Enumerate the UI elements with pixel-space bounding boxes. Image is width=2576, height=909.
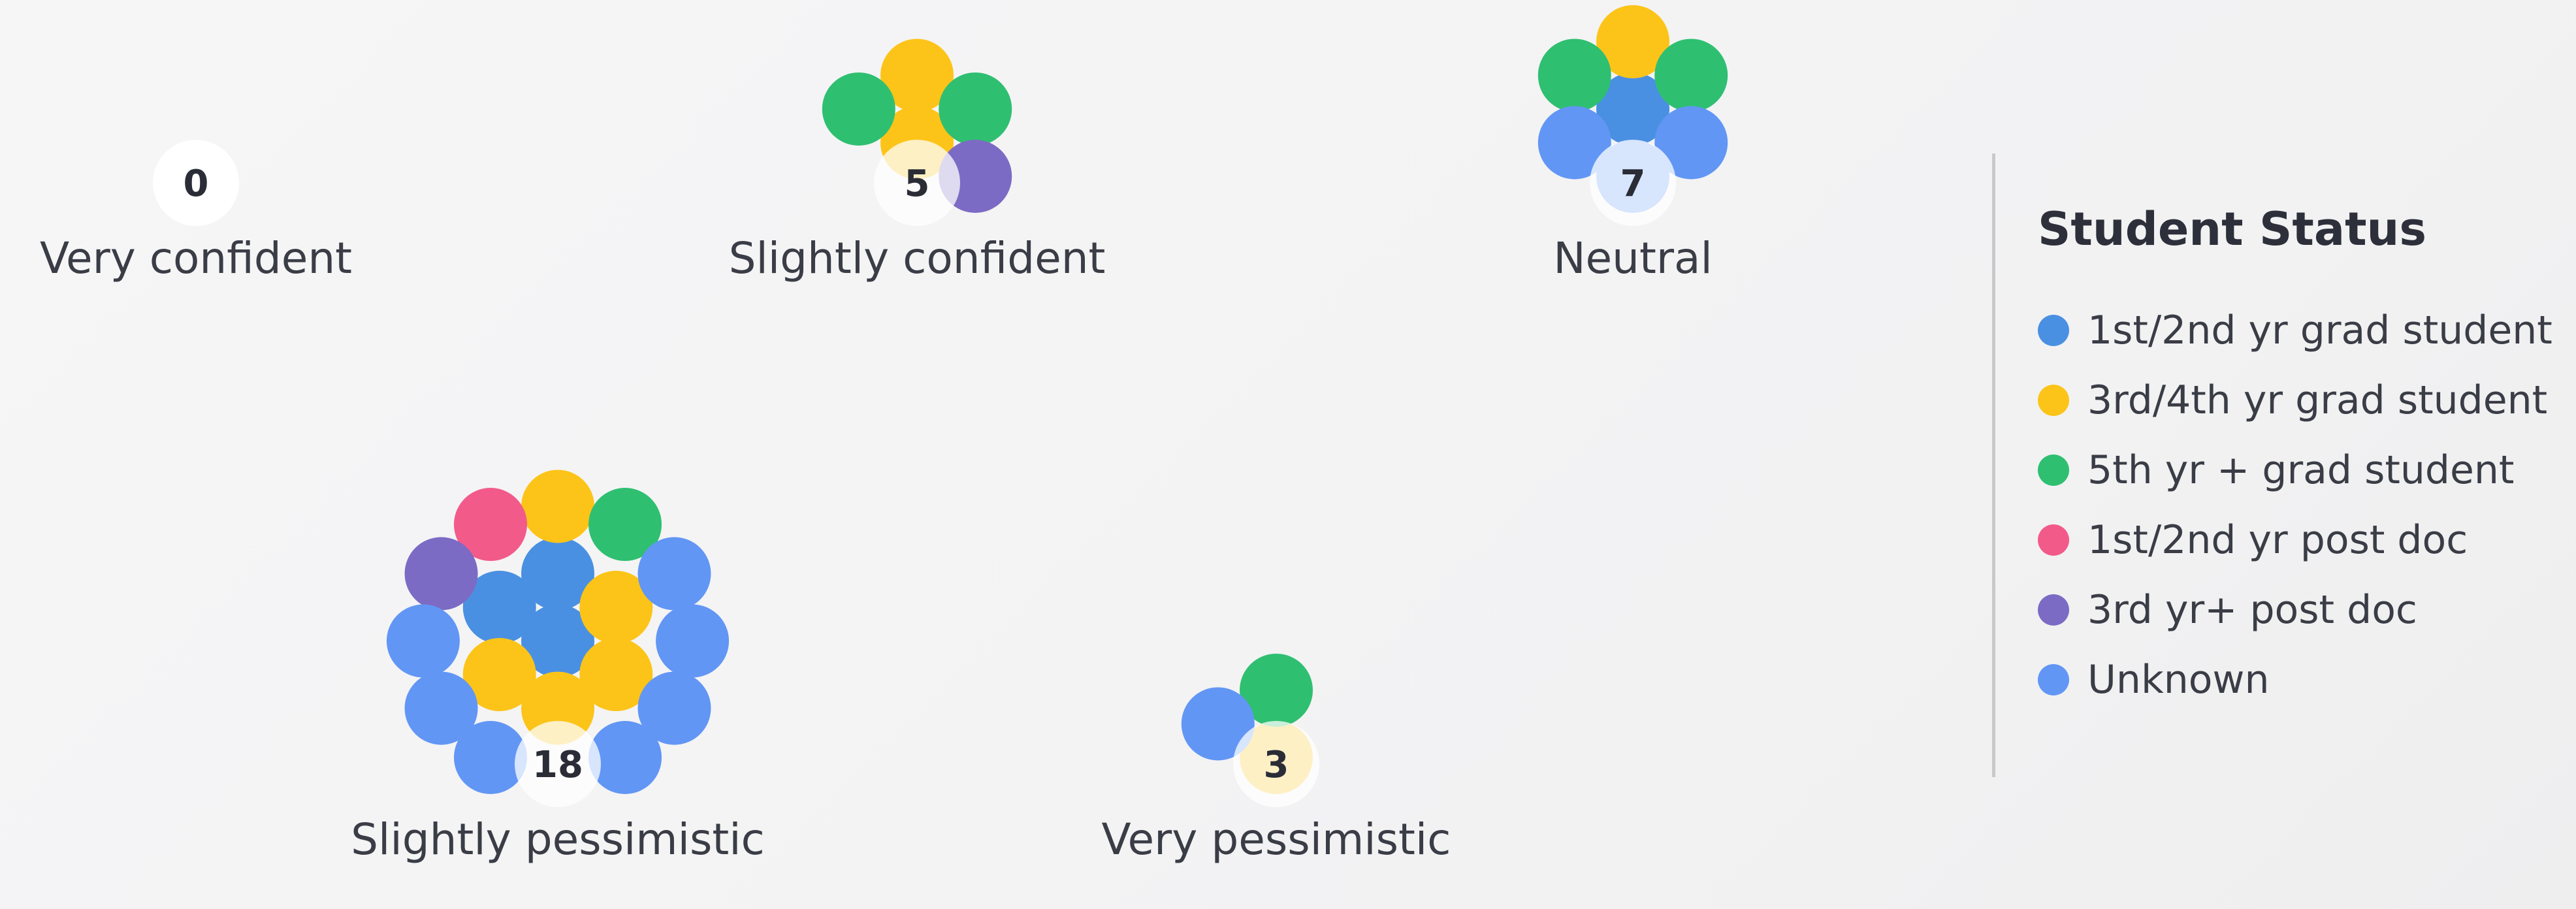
bubble xyxy=(637,537,711,611)
group-label: Slightly pessimistic xyxy=(351,814,765,865)
count-label: 7 xyxy=(1620,163,1646,205)
legend-label: 3rd/4th yr grad student xyxy=(2087,377,2548,423)
cluster-2: 7 Neutral xyxy=(1538,5,1728,283)
legend-item-unknown[interactable]: Unknown xyxy=(2038,645,2552,714)
bubble xyxy=(939,72,1012,146)
group-label: Very confident xyxy=(40,233,352,283)
bubble xyxy=(1654,39,1728,112)
legend-item-1st-2nd-postdoc[interactable]: 1st/2nd yr post doc xyxy=(2038,505,2552,575)
legend-swatch xyxy=(2038,663,2069,695)
legend-label: Unknown xyxy=(2087,656,2270,703)
bubble xyxy=(656,604,730,678)
group-label: Neutral xyxy=(1553,233,1713,283)
cluster-3: 18 Slightly pessimistic xyxy=(351,470,765,865)
count-label: 0 xyxy=(184,163,209,205)
bubble xyxy=(822,72,895,146)
group-label: Slightly confident xyxy=(729,233,1106,283)
legend-swatch xyxy=(2038,594,2069,626)
legend-label: 5th yr + grad student xyxy=(2087,447,2515,493)
count-label: 3 xyxy=(1264,744,1289,786)
legend-title: Student Status xyxy=(2038,202,2427,256)
bubble xyxy=(404,537,478,611)
legend-swatch xyxy=(2038,314,2069,346)
legend-label: 1st/2nd yr post doc xyxy=(2087,517,2468,563)
legend-item-5th-grad[interactable]: 5th yr + grad student xyxy=(2038,435,2552,505)
legend-label: 1st/2nd yr grad student xyxy=(2087,307,2552,353)
legend-item-3rd-4th-grad[interactable]: 3rd/4th yr grad student xyxy=(2038,365,2552,435)
cluster-4: 3 Very pessimistic xyxy=(1102,653,1451,865)
legend-swatch xyxy=(2038,524,2069,556)
cluster-0: 0 Very confident xyxy=(40,140,352,283)
legend-item-3rd-postdoc[interactable]: 3rd yr+ post doc xyxy=(2038,575,2552,645)
count-label: 18 xyxy=(532,744,583,786)
legend-divider xyxy=(1992,153,1995,777)
legend-swatch xyxy=(2038,454,2069,486)
cluster-1: 5 Slightly confident xyxy=(729,39,1106,283)
bubble xyxy=(1538,39,1611,112)
group-label: Very pessimistic xyxy=(1102,814,1451,865)
bubble xyxy=(521,470,594,543)
legend: Student Status 1st/2nd yr grad student 3… xyxy=(2038,202,2552,714)
bubble xyxy=(386,604,460,678)
legend-swatch xyxy=(2038,384,2069,416)
legend-label: 3rd yr+ post doc xyxy=(2087,586,2417,633)
legend-item-1st-2nd-grad[interactable]: 1st/2nd yr grad student xyxy=(2038,295,2552,365)
count-label: 5 xyxy=(905,163,930,205)
